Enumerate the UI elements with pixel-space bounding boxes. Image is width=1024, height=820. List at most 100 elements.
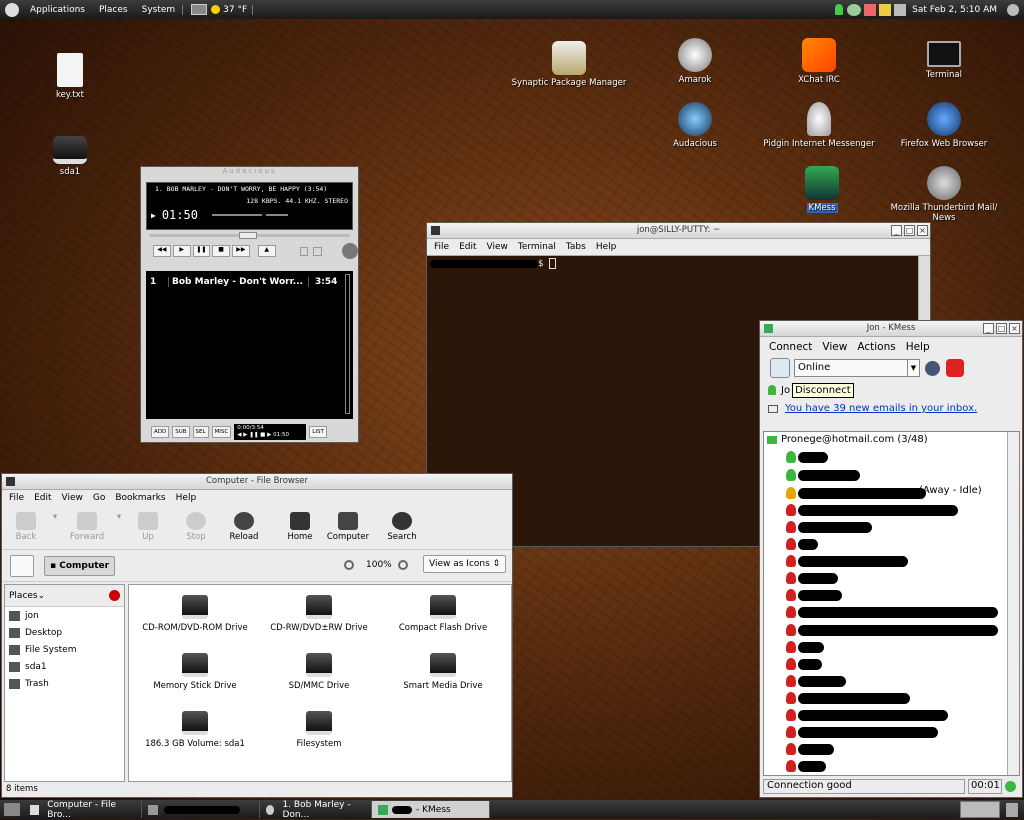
file-item-cdrom[interactable]: CD-ROM/DVD-ROM Drive [125,595,265,633]
desktop-icon-sda1[interactable]: sda1 [10,136,130,177]
foot-icon[interactable] [5,2,19,17]
kmess-menu-view[interactable]: View [817,341,852,353]
repeat-button[interactable] [313,246,323,256]
desktop-icon-firefox[interactable]: Firefox Web Browser [884,102,1004,149]
pl-list-button[interactable]: LIST [309,426,327,438]
audacious-logo-icon[interactable] [342,243,359,259]
zoom-level[interactable]: 100% [366,560,392,570]
menu-applications[interactable]: Applications [23,5,92,15]
show-desktop-icon[interactable] [4,803,20,816]
volume-slider[interactable] [211,214,262,216]
workspace-switcher[interactable] [960,801,1000,818]
contact-name-redacted[interactable] [798,452,828,463]
clock[interactable]: Sat Feb 2, 5:10 AM [912,5,997,15]
close-button[interactable]: × [1009,323,1020,334]
up-button[interactable]: Up [124,512,172,545]
terminal-menu-tabs[interactable]: Tabs [561,242,591,252]
update-icon[interactable] [879,3,892,16]
back-button[interactable]: Back [2,512,50,545]
file-browser-titlebar[interactable]: Computer - File Browser [2,474,512,490]
terminal-menu-view[interactable]: View [482,242,513,252]
desktop-icon-key-txt[interactable]: key.txt [10,53,130,100]
place-trash[interactable]: Trash [5,675,124,692]
power-icon[interactable] [1007,3,1019,16]
away-x-icon[interactable] [925,360,940,376]
contact-name-redacted[interactable] [798,744,834,755]
taskbar-terminal[interactable] [142,801,260,818]
desktop-icon-audacious[interactable]: Audacious [635,102,755,149]
close-sidebar-icon[interactable] [109,590,120,601]
file-item-cdrw[interactable]: CD-RW/DVD±RW Drive [249,595,389,633]
close-button[interactable]: × [917,225,928,236]
desktop-icon-thunderbird[interactable]: Mozilla Thunderbird Mail/ News [884,166,1004,223]
contact-name-redacted[interactable] [798,470,860,481]
location-computer-button[interactable]: ▪ Computer [44,555,116,576]
terminal-menu-file[interactable]: File [429,242,454,252]
seek-bar[interactable] [149,232,350,239]
contact-name-redacted[interactable] [798,727,938,738]
pl-add-button[interactable]: ADD [151,426,170,438]
contact-name-redacted[interactable] [798,607,998,618]
forward-button[interactable]: Forward [60,512,114,545]
eject-button[interactable]: ▲ [257,245,276,257]
contact-name-redacted[interactable] [798,761,826,772]
view-as-select[interactable]: View as Icons ⇕ [423,555,507,573]
contact-name-redacted[interactable] [798,556,908,567]
audacious-titlebar[interactable]: Audacious [141,167,358,180]
status-select[interactable]: Online ▼ [794,359,920,377]
group-header[interactable]: Pronege@hotmail.com (3/48) [764,432,1019,447]
file-item-sd-mmc[interactable]: SD/MMC Drive [249,653,389,691]
desktop-icon-amarok[interactable]: Amarok [635,38,755,85]
pl-sub-button[interactable]: SUB [172,426,190,438]
contact-name-redacted[interactable] [798,659,822,670]
desktop-icon-xchat[interactable]: XChat IRC [759,38,879,85]
desktop-icon-synaptic[interactable]: Synaptic Package Manager [509,41,629,88]
pause-button[interactable]: ❚❚ [192,245,211,257]
menu-places[interactable]: Places [92,5,135,15]
contact-name-redacted[interactable] [798,573,838,584]
computer-button[interactable]: Computer [324,512,372,545]
toggle-location-button[interactable] [10,554,34,577]
places-selector[interactable]: Places ⌄ [5,585,124,607]
monitor-icon[interactable] [191,4,208,15]
contact-name-redacted[interactable] [798,642,824,653]
tools-icon[interactable] [864,3,877,16]
fb-menu-bookmarks[interactable]: Bookmarks [110,493,170,503]
contact-list[interactable]: Pronege@hotmail.com (3/48) (Away - Idle) [763,431,1020,776]
playlist-row[interactable]: 1 Bob Marley - Don't Worr... 3:54 [146,271,353,293]
reload-button[interactable]: Reload [220,512,268,545]
stop-button[interactable]: Stop [172,512,220,545]
taskbar-kmess[interactable]: - KMess [372,801,490,818]
place-sda1[interactable]: sda1 [5,658,124,675]
menu-system[interactable]: System [135,4,184,15]
search-button[interactable]: Search [378,512,426,545]
balance-slider[interactable] [265,214,288,216]
fb-menu-edit[interactable]: Edit [29,493,56,503]
maximize-button[interactable]: □ [996,323,1007,334]
pl-mini-controls[interactable]: ◀ ▶ ❚❚ ■ ▶ [237,432,271,438]
fb-menu-file[interactable]: File [4,493,29,503]
forward-history-dropdown[interactable]: ▾ [114,512,124,545]
contact-name-redacted[interactable] [798,590,842,601]
contact-name-redacted[interactable] [798,693,910,704]
file-item-compact-flash[interactable]: Compact Flash Drive [373,595,513,633]
kmess-menu-help[interactable]: Help [901,341,935,353]
zoom-out-icon[interactable] [344,560,354,570]
fb-menu-help[interactable]: Help [171,493,202,503]
playlist[interactable]: 1 Bob Marley - Don't Worr... 3:54 [146,271,353,419]
next-button[interactable]: ▶▶ [232,245,250,257]
file-item-smart-media[interactable]: Smart Media Drive [373,653,513,691]
kmess-menu-actions[interactable]: Actions [852,341,900,353]
desktop-icon-pidgin[interactable]: Pidgin Internet Messenger [759,102,879,149]
terminal-titlebar[interactable]: jon@SILLY-PUTTY: ~ _ □ × [427,223,930,239]
terminal-menu-help[interactable]: Help [591,242,622,252]
place-file-system[interactable]: File System [5,641,124,658]
home-button[interactable]: Home [276,512,324,545]
terminal-menu-edit[interactable]: Edit [454,242,481,252]
user-icon[interactable] [835,4,844,15]
contact-name-redacted[interactable] [798,625,998,636]
volume-icon[interactable] [894,3,907,16]
desktop-icon-terminal[interactable]: Terminal [884,41,1004,80]
fb-menu-go[interactable]: Go [88,493,110,503]
window-menu-icon[interactable] [6,477,15,486]
